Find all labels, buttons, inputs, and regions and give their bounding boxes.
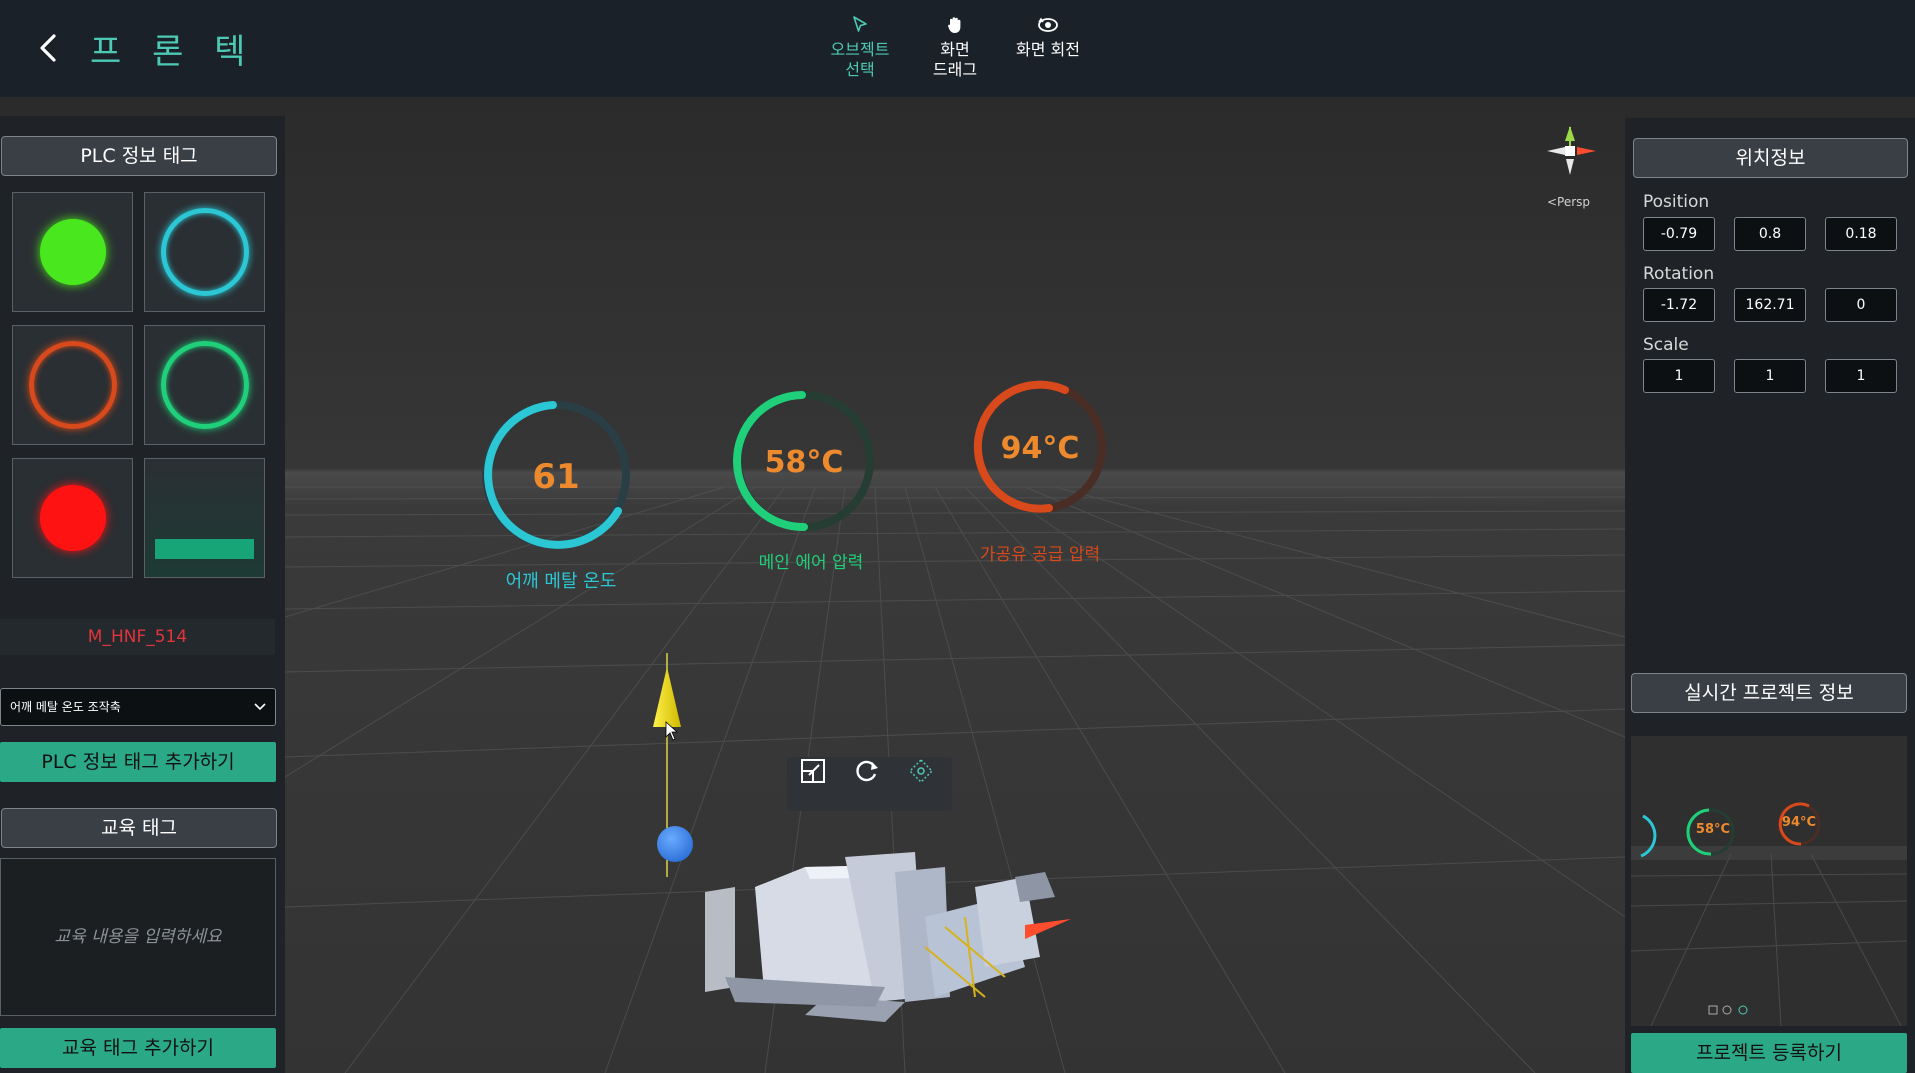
gauge-label-coolant-supply-pressure: 가공유 공급 압력 <box>979 545 1101 565</box>
position-z-field[interactable]: 0.18 <box>1825 217 1897 251</box>
plc-tile-orange-ring[interactable] <box>12 325 133 445</box>
back-button[interactable] <box>30 28 66 68</box>
gauge-value-shoulder-metal-temperature: 61 <box>532 457 580 497</box>
rotation-z-field[interactable]: 0 <box>1825 288 1897 322</box>
left-panel: PLC 정보 태그 M_HNF_514 어깨 메탈 온도 조작축 PLC 정보 … <box>0 116 285 1073</box>
green-filled-circle-icon <box>39 219 106 285</box>
hand-icon <box>947 17 961 33</box>
right-panel: 위치정보 Position -0.79 0.8 0.18 Rotation -1… <box>1625 118 1915 1073</box>
screen-drag-label-2: 드래그 <box>932 60 978 79</box>
position-info-header: 위치정보 <box>1633 138 1908 178</box>
app-title: 프 론 텍 <box>90 32 256 72</box>
object-select-label-2: 선택 <box>845 60 875 79</box>
realtime-project-info-header: 실시간 프로젝트 정보 <box>1631 673 1907 713</box>
screen-drag-label-1: 화면 <box>940 40 970 59</box>
pointer-icon <box>853 16 867 32</box>
position-label: Position <box>1643 192 1710 212</box>
scale-x-field[interactable]: 1 <box>1643 359 1715 393</box>
object-transform-toolbar <box>787 757 952 811</box>
rotation-y-field[interactable]: 162.71 <box>1734 288 1806 322</box>
screen-rotate-tool[interactable]: 화면 회전 <box>1000 14 1096 60</box>
register-project-button[interactable]: 프로젝트 등록하기 <box>1631 1033 1907 1073</box>
plc-tile-red-light[interactable] <box>12 458 133 578</box>
scale-label: Scale <box>1643 335 1689 355</box>
3d-viewport[interactable]: 61 어깨 메탈 온도 58°C 메인 에어 압력 94°C 가공유 공급 압력 <box>285 97 1625 1073</box>
green-bar-icon <box>155 539 254 559</box>
cyan-ring-icon <box>160 208 249 296</box>
plc-tile-green-light[interactable] <box>12 192 133 312</box>
plc-tile-cyan-ring[interactable] <box>144 192 265 312</box>
green-ring-icon <box>160 341 249 429</box>
gauge-label-shoulder-metal-temperature: 어깨 메탈 온도 <box>505 571 617 592</box>
plc-tag-select[interactable]: 어깨 메탈 온도 조작축 <box>0 688 276 726</box>
object-select-label-1: 오브젝트 <box>830 40 890 59</box>
plc-tile-green-bar[interactable] <box>144 458 265 578</box>
rotation-x-field[interactable]: -1.72 <box>1643 288 1715 322</box>
rotation-label: Rotation <box>1643 264 1715 284</box>
gauge-label-main-air-pressure: 메인 에어 압력 <box>758 553 864 573</box>
add-plc-tag-button[interactable]: PLC 정보 태그 추가하기 <box>0 742 276 782</box>
education-tag-header: 교육 태그 <box>1 808 277 848</box>
rotate-eye-icon <box>1038 17 1058 32</box>
project-preview-thumbnail: 58°C 94°C <box>1631 736 1907 1026</box>
plc-info-tag-header: PLC 정보 태그 <box>1 136 277 176</box>
z-axis-handle[interactable] <box>657 826 693 862</box>
chevron-left-icon <box>40 34 56 62</box>
plc-tag-select-value: 어깨 메탈 온도 조작축 <box>10 700 121 714</box>
red-filled-circle-icon <box>39 485 106 551</box>
gauge-value-main-air-pressure: 58°C <box>764 445 844 480</box>
screen-drag-tool[interactable]: 화면 드래그 <box>912 14 998 80</box>
orange-ring-icon <box>28 341 117 429</box>
move-icon[interactable] <box>907 757 935 785</box>
position-x-field[interactable]: -0.79 <box>1643 217 1715 251</box>
preview-scene <box>1631 736 1907 1026</box>
education-content-input[interactable]: 교육 내용을 입력하세요 <box>0 858 276 1016</box>
screen-rotate-label: 화면 회전 <box>1016 40 1080 59</box>
position-y-field[interactable]: 0.8 <box>1734 217 1806 251</box>
scale-z-field[interactable]: 1 <box>1825 359 1897 393</box>
perspective-label[interactable]: <Persp <box>1547 195 1590 209</box>
scale-icon[interactable] <box>799 757 827 785</box>
object-select-tool[interactable]: 오브젝트 선택 <box>815 14 905 80</box>
gauge-value-coolant-supply-pressure: 94°C <box>1000 431 1080 466</box>
chevron-down-icon <box>254 703 266 711</box>
preview-gauge-value-air: 58°C <box>1695 822 1731 837</box>
scale-y-field[interactable]: 1 <box>1734 359 1806 393</box>
device-id-label: M_HNF_514 <box>0 619 275 655</box>
preview-gauge-value-coolant: 94°C <box>1781 815 1817 830</box>
plc-tile-green-ring[interactable] <box>144 325 265 445</box>
add-education-tag-button[interactable]: 교육 태그 추가하기 <box>0 1028 276 1068</box>
top-bar: 프 론 텍 오브젝트 선택 화면 드래그 화면 회전 <box>0 0 1915 97</box>
rotate-icon[interactable] <box>853 757 881 785</box>
